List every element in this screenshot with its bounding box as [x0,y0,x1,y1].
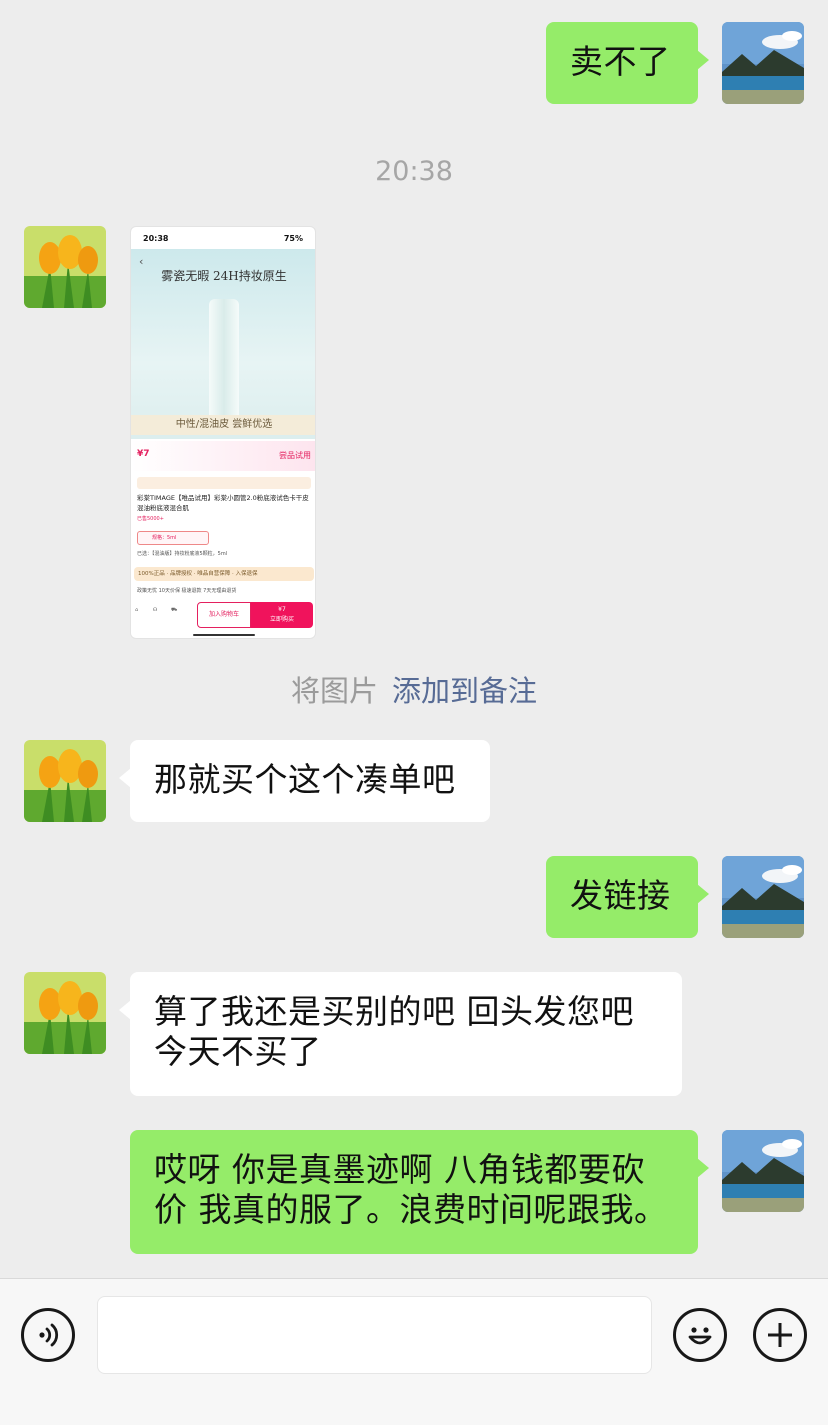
add-to-note-link[interactable]: 添加到备注 [392,674,537,708]
message-bubble-self[interactable]: 发链接 [546,856,709,938]
peer-avatar[interactable] [24,226,106,308]
voice-button[interactable] [21,1308,75,1362]
message-bubble-self[interactable]: 卖不了 [546,22,709,104]
emoji-button[interactable] [673,1308,727,1362]
self-avatar[interactable] [722,1130,804,1212]
product-title: 彩棠TIMAGE【唯品试用】彩棠小圆管2.0粉底液试色卡干皮混油粉底液混合肌 [137,494,309,512]
guarantee-strip: 100%正品 · 品牌授权 · 唯品自营保障 · 入保退保 [134,567,314,581]
peer-avatar[interactable] [24,972,106,1054]
plus-icon [768,1323,792,1347]
message-text-line: 哎呀 你是真墨迹啊 八角钱都要砍 [154,1150,645,1189]
chat-area[interactable]: 卖不了 20:38 20:38 75% ‹ 雾瓷无暇 24H持妆原生 中性/混油… [0,0,828,1278]
message-bubble-peer[interactable]: 算了我还是买别的吧 回头发您吧 今天不买了 [119,972,682,1096]
store-icon: ⌂ [135,607,139,613]
product-price: ¥7 [137,449,150,459]
service-icon: ☊ [153,607,158,613]
emoji-icon [688,1327,712,1345]
self-avatar[interactable] [722,856,804,938]
sales-count: 已售5000+ [137,516,164,522]
message-text-line: 价 我真的服了。浪费时间呢跟我。 [154,1190,668,1229]
message-text-line: 算了我还是买别的吧 回头发您吧 [154,992,634,1031]
shipping-info: 政策无忧 10天价保 极速退款 7天无理由退货 [137,588,237,594]
sku-selector: 规格：5ml [137,531,209,545]
message-text: 那就买个这个凑单吧 [154,760,456,799]
phone-status-time: 20:38 [143,233,169,243]
home-indicator [193,634,255,636]
more-button[interactable] [753,1308,807,1362]
purchase-bar: ⌂ ☊ ⛟ 加入购物车 ¥7 立即购买 [131,601,315,631]
timestamp: 20:38 [375,156,453,187]
buy-now-button: ¥7 立即购买 [251,602,313,628]
price-row: ¥7 尝品试用 [131,441,315,471]
product-tube-image [209,299,239,429]
skin-type-band: 中性/混油皮 尝鲜优选 [131,415,315,435]
message-text: 发链接 [570,876,671,915]
product-headline: 雾瓷无暇 24H持妆原生 [161,269,287,283]
cart-icon: ⛟ [171,607,178,613]
add-to-cart-button: 加入购物车 [197,602,251,628]
note-text: 将图片 [290,674,378,708]
promo-strip [137,477,311,489]
system-note: 将图片 添加到备注 [0,668,828,710]
peer-avatar[interactable] [24,740,106,822]
phone-battery: 75% [283,233,303,243]
self-avatar[interactable] [722,22,804,104]
selected-sku: 已选：【混油版】持妆粉底液5颗粒，5ml [137,551,228,557]
buy-price: ¥7 [278,606,286,613]
message-text-line: 今天不买了 [154,1032,322,1071]
trial-tag: 尝品试用 [279,451,311,460]
message-bubble-peer[interactable]: 那就买个这个凑单吧 [119,740,490,822]
message-text: 卖不了 [570,42,671,81]
shared-screenshot-image[interactable]: 20:38 75% ‹ 雾瓷无暇 24H持妆原生 中性/混油皮 尝鲜优选 ¥7 … [130,226,316,639]
input-bar [0,1278,828,1425]
product-hero-image: ‹ 雾瓷无暇 24H持妆原生 [131,249,315,439]
buy-now-label: 立即购买 [269,616,294,623]
message-input[interactable] [97,1296,652,1374]
voice-icon [39,1323,59,1347]
phone-status-bar: 20:38 75% [131,227,315,249]
message-bubble-self[interactable]: 哎呀 你是真墨迹啊 八角钱都要砍 价 我真的服了。浪费时间呢跟我。 [130,1130,709,1254]
